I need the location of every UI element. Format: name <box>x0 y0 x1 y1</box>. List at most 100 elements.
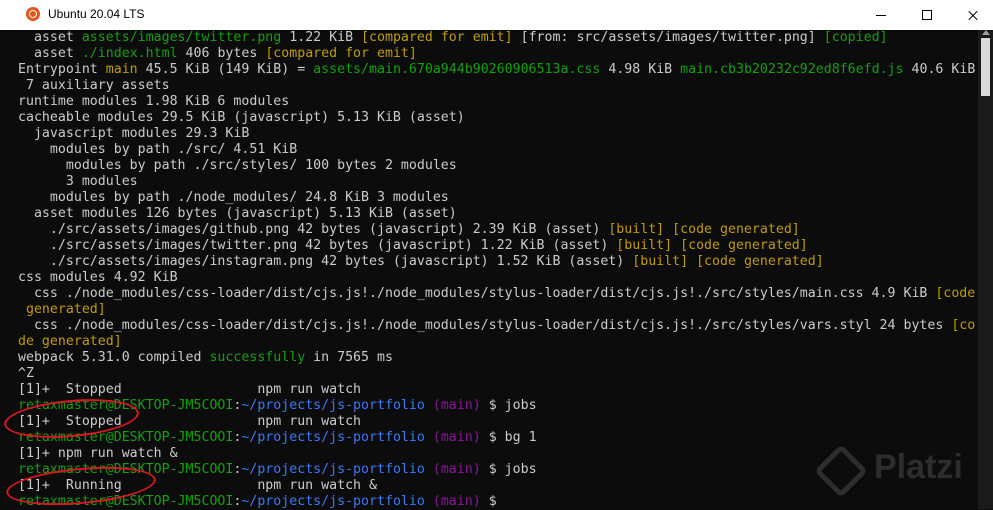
terminal-line: css ./node_modules/css-loader/dist/cjs.j… <box>18 286 975 302</box>
terminal-text: [built] <box>632 254 689 269</box>
terminal-text: ./src/assets/images/github.png 42 bytes … <box>18 222 609 237</box>
terminal-text: asset <box>18 46 82 61</box>
terminal-text: [compared for emit] <box>265 46 417 61</box>
terminal-text: $ jobs <box>480 462 537 477</box>
terminal-text: [from: src/assets/images/twitter.png] <box>512 30 824 45</box>
terminal-line: cacheable modules 29.5 KiB (javascript) … <box>18 110 465 126</box>
minimize-button[interactable] <box>858 0 904 30</box>
terminal-text: [code generated] <box>696 254 824 269</box>
terminal-line: 7 auxiliary assets <box>18 78 170 94</box>
terminal-text: ~/projects/js-portfolio <box>241 398 425 413</box>
terminal-text: 45.5 KiB (149 KiB) = <box>137 62 314 77</box>
terminal-text: (main) <box>432 462 481 477</box>
terminal-line: ^Z <box>18 366 34 382</box>
scrollbar-thumb[interactable] <box>981 38 990 96</box>
terminal-text: assets/images/twitter.png <box>81 30 282 45</box>
terminal-line: 3 modules <box>18 174 138 190</box>
terminal-text: main <box>105 62 138 77</box>
terminal-text: (main) <box>432 430 481 445</box>
terminal-text: $ jobs <box>480 398 537 413</box>
watermark-text: Platzi <box>874 448 963 486</box>
terminal-text: javascript modules 29.3 KiB <box>18 126 250 141</box>
terminal-line: asset assets/images/twitter.png 1.22 KiB… <box>18 30 888 46</box>
terminal-text: ^Z <box>18 366 34 381</box>
ubuntu-logo-icon <box>26 7 40 21</box>
terminal-line: Entrypoint main 45.5 KiB (149 KiB) = ass… <box>18 62 975 78</box>
terminal-text: (main) <box>432 494 481 509</box>
terminal-line: ./src/assets/images/twitter.png 42 bytes… <box>18 238 808 254</box>
terminal-text: 1.22 KiB <box>281 30 362 45</box>
terminal-line: css ./node_modules/css-loader/dist/cjs.j… <box>18 318 975 334</box>
terminal-text: css modules 4.92 KiB <box>18 270 178 285</box>
terminal-text: assets/main.670a944b90260906513a.css <box>313 62 601 77</box>
terminal-text: [built] <box>616 238 673 253</box>
terminal-text: ~/projects/js-portfolio <box>241 494 425 509</box>
terminal-text: main.cb3b20232c92ed8f6efd.js <box>680 62 904 77</box>
window-title: Ubuntu 20.04 LTS <box>48 7 145 21</box>
terminal-line: [1]+ Stopped npm run watch <box>18 382 361 398</box>
platzi-logo-icon <box>814 444 868 498</box>
terminal-line: generated] <box>18 302 106 318</box>
scroll-up-arrow-icon[interactable] <box>981 30 990 36</box>
terminal-line: modules by path ./src/ 4.51 KiB <box>18 142 297 158</box>
terminal-text: webpack 5.31.0 compiled <box>18 350 210 365</box>
terminal-text: [code generated] <box>680 238 808 253</box>
terminal-text: de generated] <box>18 334 122 349</box>
terminal-line: asset ./index.html 406 bytes [compared f… <box>18 46 417 62</box>
terminal-line: modules by path ./node_modules/ 24.8 KiB… <box>18 190 449 206</box>
title-bar: Ubuntu 20.04 LTS <box>0 0 993 30</box>
terminal-line: javascript modules 29.3 KiB <box>18 126 249 142</box>
terminal-text: ./src/assets/images/instagram.png 42 byt… <box>18 254 633 269</box>
terminal-line: ./src/assets/images/instagram.png 42 byt… <box>18 254 824 270</box>
terminal-text: 3 modules <box>18 174 138 189</box>
terminal-line: [1]+ npm run watch & <box>18 446 178 462</box>
terminal-text: (main) <box>432 398 481 413</box>
terminal-text: css ./node_modules/css-loader/dist/cjs.j… <box>18 318 952 333</box>
terminal-text: modules by path ./src/styles/ 100 bytes … <box>18 158 457 173</box>
terminal-text: 7 auxiliary assets <box>18 78 170 93</box>
terminal-text: [code generated] <box>672 222 800 237</box>
terminal-text: 40.6 KiB <box>903 62 976 77</box>
terminal-line: webpack 5.31.0 compiled successfully in … <box>18 350 393 366</box>
terminal-text: asset <box>18 30 82 45</box>
terminal-text: 4.98 KiB <box>600 62 681 77</box>
terminal-text: css ./node_modules/css-loader/dist/cjs.j… <box>18 286 936 301</box>
terminal-text: ./index.html <box>81 46 178 61</box>
terminal-text: in 7565 ms <box>305 350 393 365</box>
terminal-text: generated] <box>18 302 106 317</box>
terminal-text: [compared for emit] <box>361 30 513 45</box>
terminal-text: [1]+ npm run watch & <box>18 446 178 461</box>
terminal-text: $ bg 1 <box>480 430 537 445</box>
terminal-text: ~/projects/js-portfolio <box>241 430 425 445</box>
terminal-text: [co <box>951 318 976 333</box>
terminal-text: $ <box>480 494 497 509</box>
terminal-line: asset modules 126 bytes (javascript) 5.1… <box>18 206 457 222</box>
scrollbar[interactable] <box>978 30 993 509</box>
terminal-text: runtime modules 1.98 KiB 6 modules <box>18 94 290 109</box>
terminal-line: css modules 4.92 KiB <box>18 270 178 286</box>
terminal-text: asset modules 126 bytes (javascript) 5.1… <box>18 206 457 221</box>
terminal-text: ~/projects/js-portfolio <box>241 462 425 477</box>
terminal-text: [built] <box>608 222 665 237</box>
terminal-text: successfully <box>209 350 306 365</box>
platzi-watermark: Platzi <box>814 444 982 498</box>
terminal-line: ./src/assets/images/github.png 42 bytes … <box>18 222 800 238</box>
terminal-output[interactable]: asset assets/images/twitter.png 1.22 KiB… <box>18 30 980 509</box>
terminal-text: Entrypoint <box>18 62 106 77</box>
terminal-text: cacheable modules 29.5 KiB (javascript) … <box>18 110 465 125</box>
terminal-line: modules by path ./src/styles/ 100 bytes … <box>18 158 457 174</box>
terminal-text: 406 bytes <box>177 46 266 61</box>
terminal-line: runtime modules 1.98 KiB 6 modules <box>18 94 289 110</box>
terminal-text: modules by path ./node_modules/ 24.8 KiB… <box>18 190 449 205</box>
close-button[interactable] <box>950 0 993 30</box>
terminal-text: [1]+ Stopped npm run watch <box>18 382 362 397</box>
maximize-button[interactable] <box>904 0 950 30</box>
terminal-line: de generated] <box>18 334 122 350</box>
